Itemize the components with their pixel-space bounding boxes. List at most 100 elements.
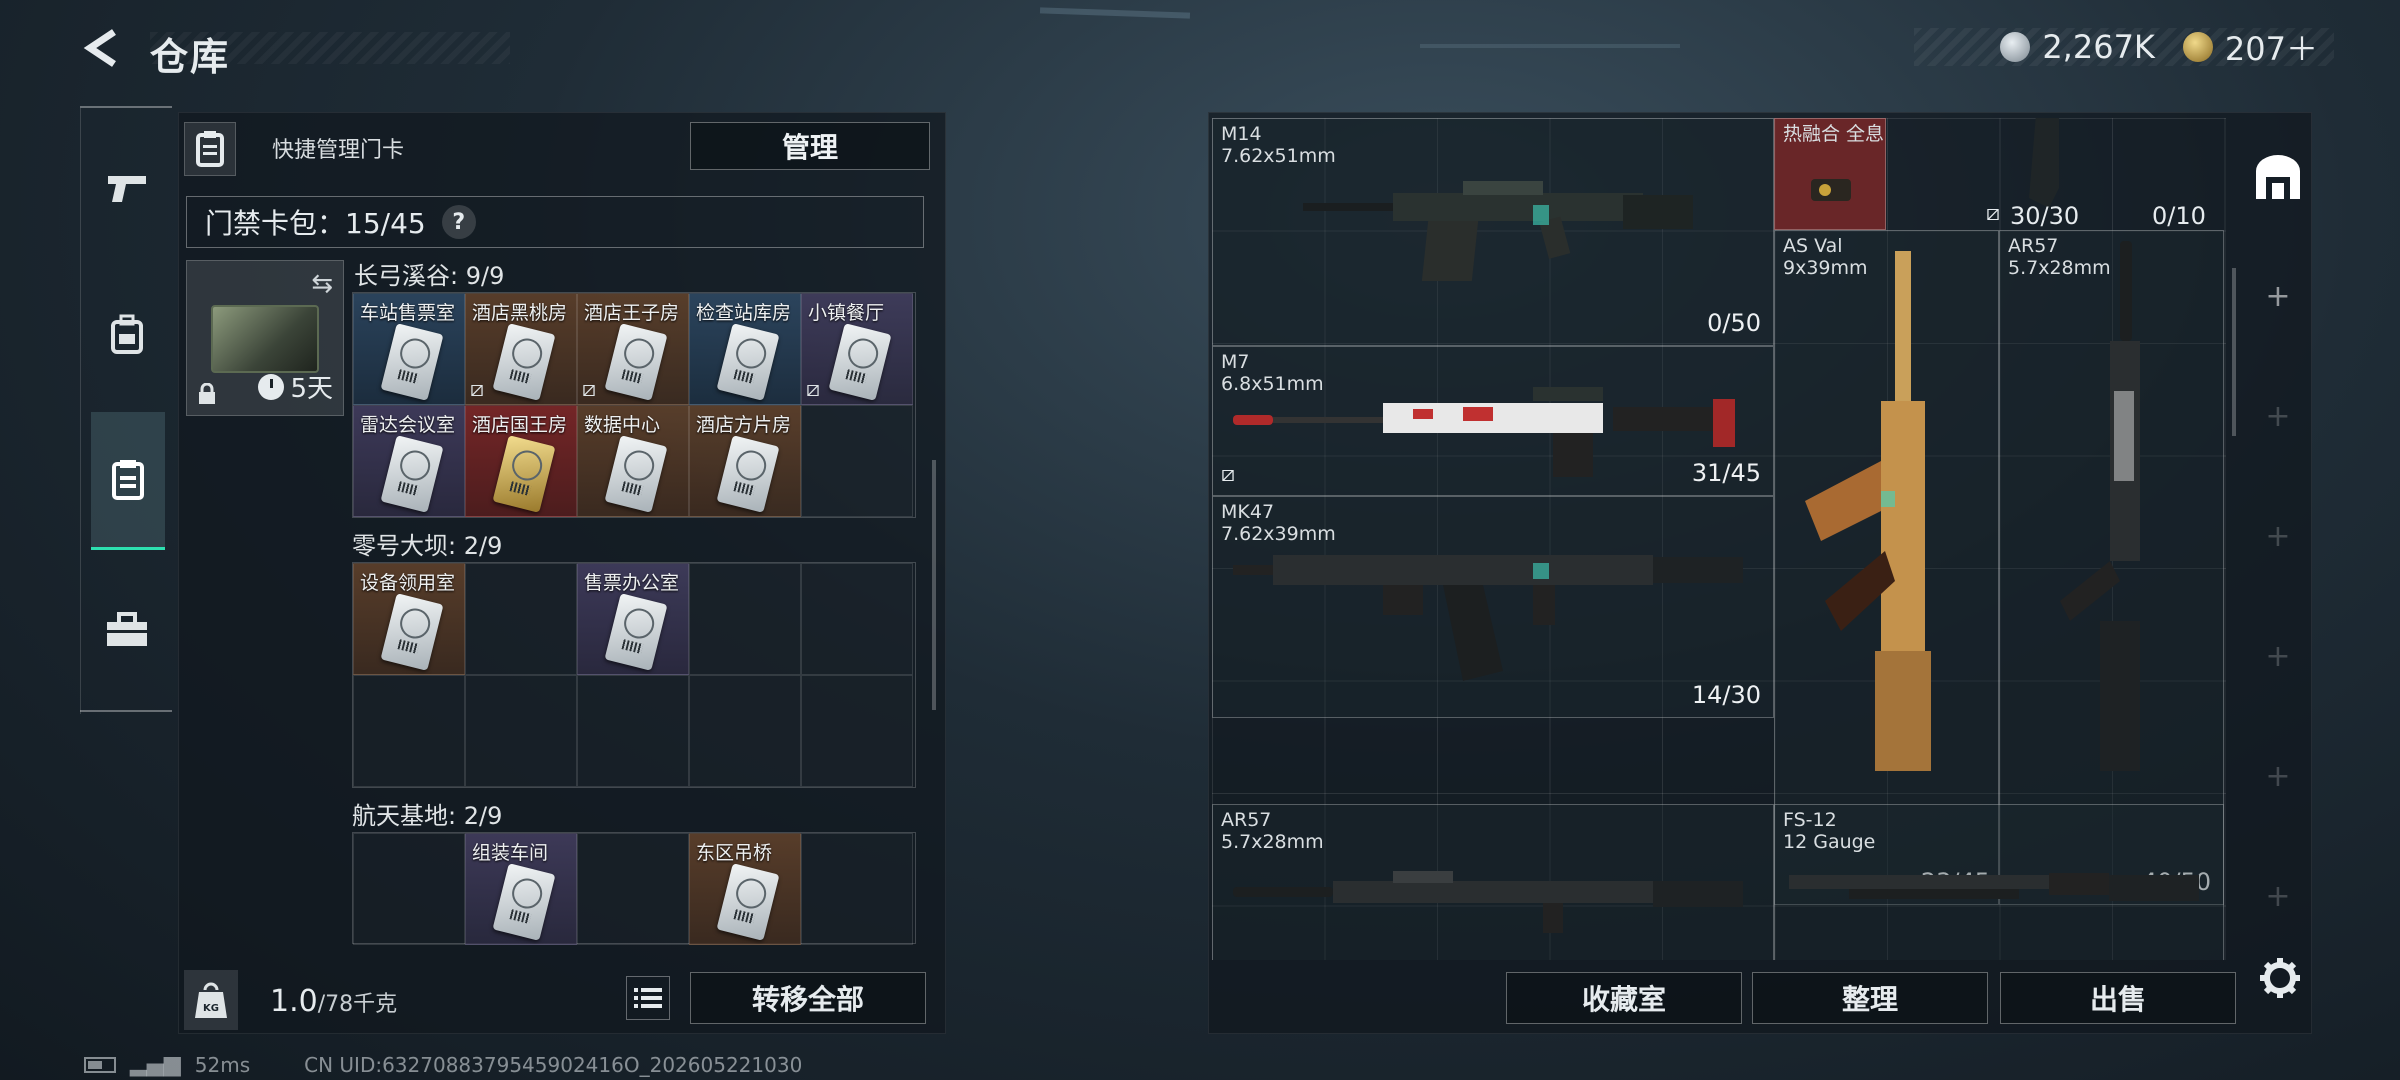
section-title: 长弓溪谷: 9/9 bbox=[354, 262, 505, 290]
empty-keycard-slot[interactable] bbox=[689, 563, 801, 675]
empty-keycard-slot[interactable] bbox=[801, 833, 913, 945]
keycard-slot[interactable]: 东区吊桥 bbox=[689, 833, 801, 945]
as-val-rifle-image bbox=[1805, 251, 1931, 771]
keycard-slot[interactable]: 组装车间 bbox=[465, 833, 577, 945]
quick-manage-icon-box bbox=[184, 122, 236, 176]
weight-value: 1.0 bbox=[270, 984, 318, 1019]
keycard-slot[interactable]: 酒店国王房 bbox=[465, 405, 577, 517]
m7-rifle-image bbox=[1233, 387, 1735, 477]
keyholder-duration: 5天 bbox=[258, 368, 333, 405]
weapon-caliber: 7.62x51mm bbox=[1221, 145, 1336, 167]
empty-keycard-slot[interactable] bbox=[577, 675, 689, 787]
empty-keycard-slot[interactable] bbox=[801, 675, 913, 787]
empty-keycard-slot[interactable] bbox=[353, 833, 465, 945]
weapon-fs12[interactable]: FS-12 12 Gauge bbox=[1774, 804, 2224, 960]
swap-icon[interactable]: ⇆ bbox=[311, 269, 333, 299]
ar57-rifle-image bbox=[2060, 241, 2140, 771]
thermal-holo-sight[interactable]: 热融合 全息 bbox=[1774, 118, 1886, 230]
keycard-slot[interactable]: 数据中心 bbox=[577, 405, 689, 517]
rail-keycard-tab[interactable] bbox=[91, 412, 165, 550]
left-scrollbar[interactable] bbox=[932, 460, 936, 710]
weapon-ar57[interactable]: AR57 5.7x28mm bbox=[1212, 804, 1774, 960]
keycard-slot[interactable]: 小镇餐厅 ⧄ bbox=[801, 293, 913, 405]
keycard-label: 雷达会议室 bbox=[360, 414, 456, 436]
list-view-button[interactable] bbox=[626, 976, 670, 1020]
keycard-slot[interactable]: 酒店方片房 bbox=[689, 405, 801, 517]
empty-keycard-slot[interactable] bbox=[465, 675, 577, 787]
right-scrollbar[interactable] bbox=[2232, 268, 2236, 436]
keycard-label: 组装车间 bbox=[472, 842, 549, 864]
transfer-all-button[interactable]: 转移全部 bbox=[690, 972, 926, 1024]
add-stash-page-button[interactable]: + bbox=[2248, 866, 2308, 926]
weapon-m14[interactable]: M14 7.62x51mm 0/50 bbox=[1212, 118, 1774, 346]
weapon-name: M14 bbox=[1221, 123, 1262, 145]
add-stash-page-button[interactable]: + bbox=[2248, 266, 2308, 326]
keycard-case-icon bbox=[196, 131, 224, 167]
weapon-mk47[interactable]: MK47 7.62x39mm 14/30 bbox=[1212, 496, 1774, 718]
add-stash-page-button[interactable]: + bbox=[2248, 386, 2308, 446]
sell-button[interactable]: 出售 bbox=[2000, 972, 2236, 1024]
no-carry-icon: ⧄ bbox=[1221, 462, 1235, 487]
empty-keycard-slot[interactable] bbox=[801, 563, 913, 675]
rail-divider bbox=[80, 710, 172, 712]
no-carry-icon: ⧄ bbox=[582, 377, 596, 402]
empty-keycard-slot[interactable] bbox=[577, 833, 689, 945]
keycard-label: 小镇餐厅 bbox=[808, 302, 885, 324]
empty-keycard-slot[interactable] bbox=[689, 675, 801, 787]
keycard-slot[interactable]: 设备领用室 bbox=[353, 563, 465, 675]
stash-page-1-button[interactable] bbox=[2248, 148, 2308, 208]
no-carry-icon: ⧄ bbox=[806, 377, 820, 402]
keycard-icon bbox=[716, 863, 780, 941]
add-stash-page-button[interactable]: + bbox=[2248, 626, 2308, 686]
keycard-label: 检查站库房 bbox=[696, 302, 792, 324]
weapon-name: M7 bbox=[1221, 351, 1250, 373]
section-title: 零号大坝: 2/9 bbox=[352, 532, 503, 560]
add-stash-page-button[interactable]: + bbox=[2248, 746, 2308, 806]
help-button[interactable]: ? bbox=[441, 205, 476, 239]
empty-keycard-slot[interactable] bbox=[465, 563, 577, 675]
keycard-grid-changgong: 车站售票室 酒店黑桃房 ⧄ 酒店王子房 ⧄ 检查站库房 小镇餐厅 ⧄ 雷达会议室 酒店国王房 数据中… bbox=[352, 292, 916, 518]
mk47-rifle-image bbox=[1233, 555, 1743, 681]
mag-ammo-count: 0/10 bbox=[2152, 202, 2206, 230]
stock-ammo-count: 30/30 bbox=[2010, 202, 2080, 230]
keycard-slot[interactable]: 售票办公室 bbox=[577, 563, 689, 675]
keycard-slot[interactable]: 酒店黑桃房 ⧄ bbox=[465, 293, 577, 405]
keycard-icon bbox=[492, 323, 556, 401]
back-arrow-icon bbox=[83, 29, 116, 67]
keycard-label: 设备领用室 bbox=[360, 572, 456, 594]
keycard-icon bbox=[716, 435, 780, 513]
ammo-count: 14/30 bbox=[1691, 681, 1761, 709]
ammo-count: 31/45 bbox=[1691, 459, 1761, 487]
keycard-label: 数据中心 bbox=[584, 414, 661, 436]
keycard-slot[interactable]: 雷达会议室 bbox=[353, 405, 465, 517]
manage-button[interactable]: 管理 bbox=[690, 122, 930, 170]
keycard-slot[interactable]: 酒店王子房 ⧄ bbox=[577, 293, 689, 405]
stash-home-icon bbox=[2256, 155, 2300, 199]
sort-button[interactable]: 整理 bbox=[1752, 972, 1988, 1024]
empty-keycard-slot[interactable] bbox=[801, 405, 913, 517]
rail-weapons-tab[interactable] bbox=[91, 152, 163, 224]
weight-max: /78千克 bbox=[317, 992, 398, 1017]
keyholder-days: 5天 bbox=[290, 374, 333, 404]
sight-image bbox=[1811, 179, 1851, 201]
empty-keycard-slot[interactable] bbox=[353, 675, 465, 787]
keycard-slot[interactable]: 车站售票室 bbox=[353, 293, 465, 405]
weapon-m7[interactable]: M7 6.8x51mm ⧄ 31/45 bbox=[1212, 346, 1774, 496]
rail-items-tab[interactable] bbox=[91, 594, 163, 666]
settings-button[interactable] bbox=[2254, 952, 2306, 1004]
keycard-holder[interactable]: ⇆ 5天 bbox=[186, 260, 344, 416]
add-stash-page-button[interactable]: + bbox=[2248, 506, 2308, 566]
m14-rifle-image bbox=[1303, 181, 1693, 281]
keycard-slot[interactable]: 检查站库房 bbox=[689, 293, 801, 405]
silver-currency-value: 2,267K bbox=[2042, 28, 2155, 66]
currency-bar: 2,267K 207＋ bbox=[1914, 28, 2334, 68]
gold-coin-icon bbox=[2182, 32, 2213, 62]
gold-currency-value[interactable]: 207＋ bbox=[2225, 24, 2318, 70]
rail-equipment-tab[interactable] bbox=[91, 298, 163, 370]
ping-value: 52ms bbox=[194, 1052, 251, 1077]
back-button[interactable] bbox=[80, 26, 124, 70]
collection-room-button[interactable]: 收藏室 bbox=[1506, 972, 1742, 1024]
ar57-rifle-image bbox=[1233, 871, 1743, 933]
keycard-icon bbox=[604, 435, 668, 513]
stash-grid: M14 7.62x51mm 0/50 热融合 全息 ⧄ 30/30 0/10 M bbox=[1212, 118, 2226, 960]
